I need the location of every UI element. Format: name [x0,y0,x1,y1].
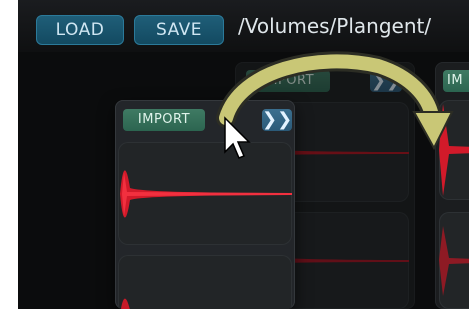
sample-slot[interactable] [118,142,292,245]
sample-editor-app: LOAD SAVE /Volumes/Plangent/ IMPORT ❯❯ I… [18,0,469,309]
waveform [120,170,292,218]
file-path-label: /Volumes/Plangent/ [238,14,432,38]
waveform [439,226,469,296]
waveform [439,104,469,196]
save-button[interactable]: SAVE [134,15,224,45]
toolbar: LOAD SAVE /Volumes/Plangent/ [18,0,469,52]
waveform [120,298,130,309]
next-button-back[interactable]: ❯❯ [370,70,402,92]
load-button[interactable]: LOAD [36,15,124,45]
import-button-back[interactable]: IMPORT [246,70,330,92]
sample-panel-front[interactable]: IMPORT ❯❯ [115,100,295,309]
next-button-front[interactable]: ❯❯ [262,109,292,131]
import-button-right[interactable]: IM [443,70,469,92]
import-button-front[interactable]: IMPORT [123,109,205,131]
sample-panel-right: IM [435,62,469,309]
sample-slot[interactable] [439,100,469,200]
sample-slot[interactable] [118,255,292,309]
sample-slot[interactable] [439,212,469,309]
